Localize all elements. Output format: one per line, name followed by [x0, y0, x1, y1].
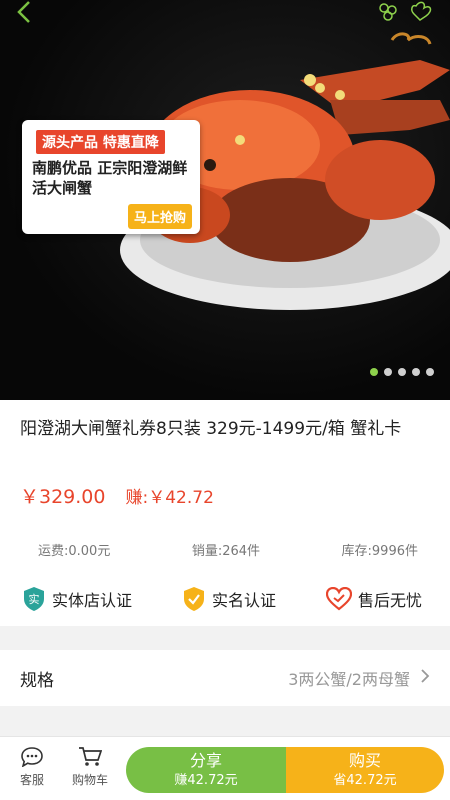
- shopping-cart-label: 购物车: [71, 773, 108, 787]
- carousel-dot[interactable]: [398, 368, 406, 376]
- spec-label: 规格: [20, 670, 54, 691]
- trust-badges: 实 实体店认证 实名认证 售后无忧: [22, 586, 422, 612]
- carousel-dot[interactable]: [426, 368, 434, 376]
- product-detail-page: 源头产品 特惠直降 南鹏优品 正宗阳澄湖鲜活大闸蟹 马上抢购 阳澄湖大闸蟹礼券8…: [0, 0, 450, 800]
- realname-verified-icon: [183, 587, 204, 611]
- badge-realname-verified: 实名认证: [182, 586, 276, 612]
- carousel-dot[interactable]: [412, 368, 420, 376]
- badge-after-sales: 售后无忧: [325, 587, 422, 611]
- earn-amount: 赚:￥42.72: [125, 488, 214, 508]
- shopping-cart-button[interactable]: 购物车: [64, 743, 116, 788]
- badge-label: 实名认证: [211, 591, 276, 610]
- section-divider: [0, 706, 450, 736]
- badge-label: 实体店认证: [52, 591, 133, 610]
- share-label: 分享: [189, 751, 222, 770]
- buy-button[interactable]: 购买 省42.72元: [286, 747, 444, 793]
- after-sales-heart-icon: [325, 587, 352, 611]
- promo-card[interactable]: 源头产品 特惠直降 南鹏优品 正宗阳澄湖鲜活大闸蟹 马上抢购: [22, 120, 200, 234]
- shipping-fee: 运费:0.00元: [38, 544, 111, 559]
- promo-description: 南鹏优品 正宗阳澄湖鲜活大闸蟹: [32, 159, 188, 197]
- bottom-action-bar: 客服 购物车 分享 赚42.72元 购买 省42.72元: [0, 736, 450, 800]
- customer-service-button[interactable]: 客服: [12, 743, 52, 788]
- customer-service-label: 客服: [19, 773, 44, 787]
- shop-verified-icon-text: 实: [29, 592, 40, 606]
- buy-label: 购买: [348, 751, 381, 770]
- section-divider: [0, 626, 450, 650]
- stock-count: 库存:9996件: [341, 544, 418, 559]
- carousel-dot-active[interactable]: [370, 368, 378, 376]
- spec-selector-row[interactable]: 规格 3两公蟹/2两母蟹: [0, 650, 450, 706]
- spec-value: 3两公蟹/2两母蟹: [288, 670, 410, 689]
- shopping-cart-icon: [79, 747, 102, 766]
- share-earn-label: 赚42.72元: [174, 773, 238, 788]
- price-row: ￥329.00 赚:￥42.72: [20, 482, 214, 509]
- chat-bubble-icon: [21, 747, 43, 767]
- badge-shop-verified: 实 实体店认证: [22, 586, 132, 612]
- product-title: 阳澄湖大闸蟹礼券8只装 329元-1499元/箱 蟹礼卡: [20, 419, 402, 439]
- shop-verified-icon: 实: [24, 587, 44, 611]
- carousel-dot[interactable]: [384, 368, 392, 376]
- product-price: ￥329.00: [20, 486, 106, 508]
- product-image-carousel[interactable]: 源头产品 特惠直降 南鹏优品 正宗阳澄湖鲜活大闸蟹 马上抢购: [0, 0, 450, 400]
- chevron-right-icon: [420, 668, 430, 689]
- badge-label: 售后无忧: [357, 591, 422, 610]
- back-button[interactable]: [14, 0, 44, 28]
- buy-now-promo-button[interactable]: 马上抢购: [128, 204, 193, 229]
- sales-count: 销量:264件: [191, 544, 261, 559]
- chevron-left-icon: [17, 1, 30, 23]
- carousel-indicator: [370, 368, 434, 376]
- product-stats: 运费:0.00元 销量:264件 库存:9996件: [38, 540, 418, 559]
- buy-save-label: 省42.72元: [333, 773, 397, 788]
- share-button[interactable]: 分享 赚42.72元: [126, 747, 286, 793]
- promo-tag: 源头产品 特惠直降: [36, 130, 165, 154]
